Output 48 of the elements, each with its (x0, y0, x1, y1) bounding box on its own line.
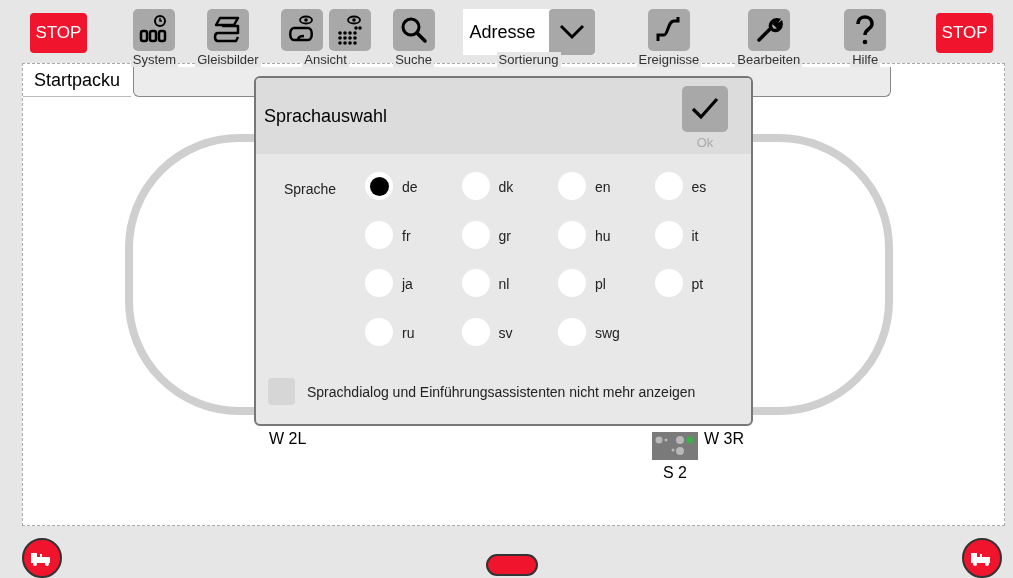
tool-label: Sortierung (496, 52, 561, 67)
stop-button[interactable]: STOP (30, 13, 87, 53)
tool-label: System (130, 52, 179, 67)
track-view-button[interactable] (280, 9, 323, 51)
language-label: swg (595, 324, 620, 341)
edit-button[interactable] (747, 9, 790, 51)
language-label: fr (402, 227, 411, 244)
checkbox-label: Sprachdialog und Einführungsassistenten nicht mehr anzeigen (307, 383, 696, 400)
track-label: S 2 (663, 464, 687, 482)
language-label: es (691, 179, 707, 195)
language-label: ru (402, 324, 415, 341)
dialog-title: Sprachauswahl (264, 106, 388, 127)
tool-label: Ansicht (302, 52, 349, 67)
signal-icon (652, 432, 698, 460)
tool-label: Gleisbilder (195, 52, 261, 67)
language-label: sv (498, 324, 513, 341)
tool-label: Suche (393, 52, 434, 67)
help-button[interactable] (844, 9, 887, 51)
sort-dropdown[interactable]: Adresse (462, 9, 595, 55)
tool-label: Hilfe (850, 52, 881, 67)
ok-button[interactable] (682, 86, 728, 132)
search-button[interactable] (392, 9, 435, 51)
radio-button[interactable] (365, 172, 393, 200)
locomotive-button[interactable] (962, 538, 1002, 578)
chevron-down-icon (557, 23, 586, 41)
language-label: pl (595, 276, 606, 292)
tool-label: Ereignisse (636, 52, 702, 67)
language-label: dk (498, 179, 514, 195)
language-label: ja (402, 276, 413, 292)
events-button[interactable] (647, 9, 690, 51)
tool-label: Bearbeiten (735, 52, 803, 67)
language-label: nl (498, 276, 510, 292)
checkmark-icon (690, 96, 720, 122)
track-label: W 2L (269, 430, 307, 448)
language-label: hu (595, 227, 611, 244)
locomotive-button[interactable] (22, 538, 62, 578)
stop-button[interactable]: STOP (936, 13, 993, 53)
grid-view-button[interactable] (328, 9, 371, 51)
language-label: it (691, 227, 699, 244)
track-label: W 3R (704, 430, 744, 448)
language-label: pt (691, 276, 704, 292)
stop-pill-button[interactable] (486, 554, 538, 576)
language-label: de (402, 179, 418, 195)
field-label: Sprache (284, 181, 338, 199)
track-plans-button[interactable] (206, 9, 249, 51)
language-label: en (595, 179, 611, 195)
language-label: gr (498, 227, 511, 244)
system-button[interactable] (133, 9, 176, 51)
